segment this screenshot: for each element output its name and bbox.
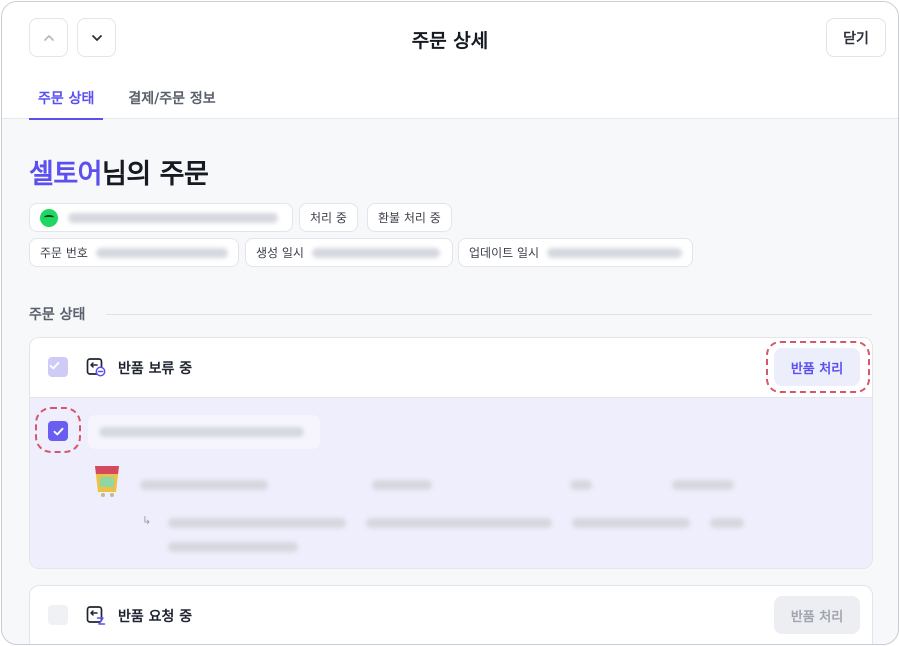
redacted-product-price — [372, 480, 432, 490]
redacted-quantity — [570, 480, 592, 490]
redacted-item-id — [99, 427, 304, 437]
group-select-checkbox[interactable] — [48, 357, 68, 377]
redacted-option-5 — [168, 542, 298, 552]
section-title: 주문 상태 — [29, 307, 86, 323]
order-item-row: ↳ — [30, 397, 872, 568]
highlight-ring-item-checkbox — [35, 407, 81, 453]
status-badge-processing: 처리 중 — [299, 203, 358, 232]
process-return-button-disabled[interactable]: 반품 처리 — [774, 596, 860, 634]
check-icon — [49, 361, 60, 370]
tab-bar: 주문 상태 결제/주문 정보 — [29, 78, 225, 120]
spotify-icon — [40, 208, 58, 227]
product-thumbnail — [95, 466, 119, 497]
group-select-checkbox[interactable] — [48, 605, 68, 625]
group-status-label: 반품 요청 중 — [118, 609, 193, 625]
redacted-option-2 — [366, 518, 552, 528]
order-number-label: 주문 번호 — [40, 246, 88, 260]
redacted-store-name — [68, 212, 278, 223]
return-requested-group: 반품 요청 중 반품 처리 — [29, 585, 873, 644]
redacted-product-name — [140, 480, 268, 490]
tab-order-status[interactable]: 주문 상태 — [29, 78, 104, 120]
status-badge-refunding: 환불 처리 중 — [367, 203, 452, 232]
created-at-label: 생성 일시 — [256, 246, 304, 260]
redacted-updated-at — [547, 247, 682, 258]
updated-at-chip: 업데이트 일시 — [458, 238, 693, 267]
group-header: 반품 보류 중 반품 처리 — [30, 338, 872, 397]
close-button[interactable]: 닫기 — [826, 18, 886, 57]
created-at-chip: 생성 일시 — [245, 238, 453, 267]
panel-header: 주문 상세 닫기 주문 상태 결제/주문 정보 — [2, 2, 898, 120]
tab-payment-order-info[interactable]: 결제/주문 정보 — [119, 78, 224, 119]
redacted-option-4 — [710, 518, 744, 528]
sub-item-arrow-icon: ↳ — [142, 514, 152, 527]
heading-suffix: 님의 주문 — [102, 159, 209, 190]
return-request-icon — [86, 606, 106, 625]
redacted-option-3 — [572, 518, 690, 528]
redacted-created-at — [311, 247, 440, 258]
redacted-option-1 — [168, 518, 346, 528]
section-divider — [106, 314, 872, 315]
customer-name: 셀토어 — [29, 159, 103, 190]
group-status-label: 반품 보류 중 — [118, 361, 193, 377]
redacted-order-number — [95, 247, 228, 258]
updated-at-label: 업데이트 일시 — [469, 246, 540, 260]
redacted-total — [672, 480, 734, 490]
page-title: 주문 상세 — [411, 30, 489, 52]
store-chip — [29, 203, 293, 232]
highlight-ring-process-button — [766, 341, 870, 393]
order-number-chip: 주문 번호 — [29, 238, 239, 267]
redacted-item-id-chip — [88, 415, 320, 449]
return-hold-icon — [86, 358, 106, 377]
order-owner-heading: 셀토어님의 주문 — [29, 152, 209, 191]
return-pending-group: 반품 보류 중 반품 처리 ↳ — [29, 337, 873, 569]
order-detail-panel: 주문 상세 닫기 주문 상태 결제/주문 정보 셀토어님의 주문 처리 중 환불… — [1, 1, 899, 645]
